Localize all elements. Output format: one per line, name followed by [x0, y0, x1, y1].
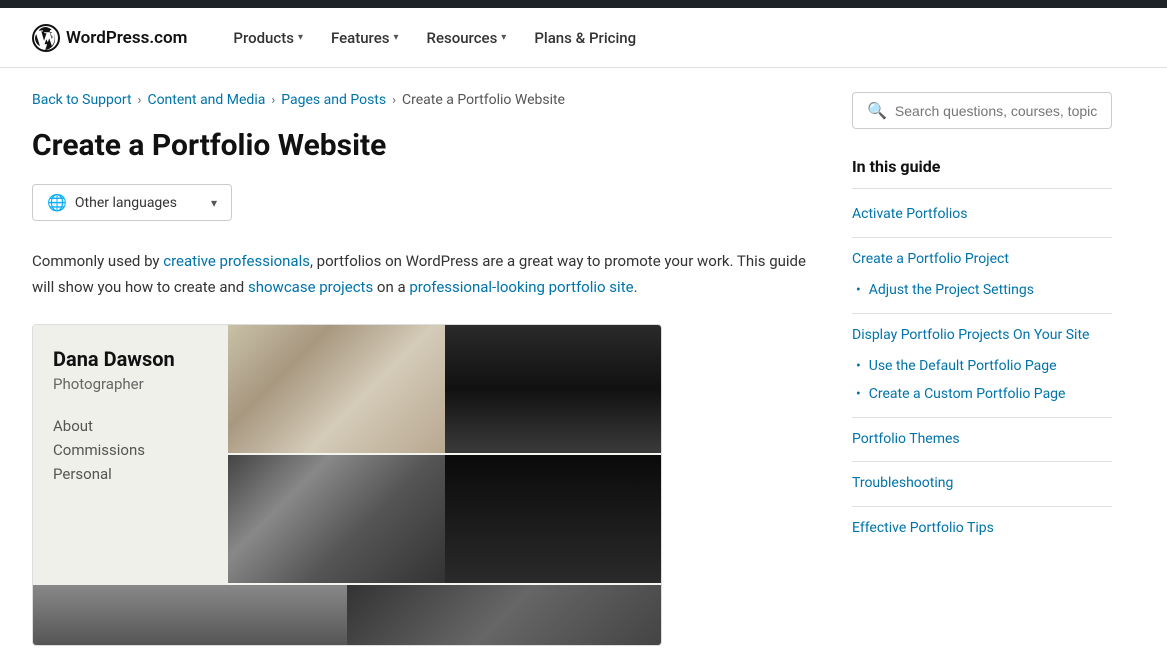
nav-products-label: Products	[233, 29, 294, 47]
guide-divider-4	[852, 461, 1112, 462]
portfolio-nav-personal: Personal	[53, 465, 208, 483]
logo-link[interactable]: WordPress.com	[32, 24, 187, 52]
breadcrumb-sep-3: ›	[392, 93, 396, 108]
nav-features-label: Features	[331, 29, 389, 47]
breadcrumb-back-support[interactable]: Back to Support	[32, 92, 132, 108]
bullet-icon-3: •	[856, 386, 861, 402]
language-dropdown[interactable]: 🌐 Other languages ▾	[32, 184, 232, 221]
bullet-icon-1: •	[856, 282, 861, 298]
intro-text: Commonly used by creative professionals,…	[32, 249, 812, 300]
portfolio-images-grid	[228, 325, 661, 585]
guide-sub-default-page: • Use the Default Portfolio Page	[856, 357, 1112, 377]
guide-divider-3	[852, 417, 1112, 418]
guide-activate-portfolios[interactable]: Activate Portfolios	[852, 205, 1112, 225]
breadcrumb-content-media[interactable]: Content and Media	[147, 92, 265, 108]
portfolio-inner: Dana Dawson Photographer About Commissio…	[33, 325, 661, 585]
portfolio-image-dunes	[228, 325, 445, 453]
nav-pricing-label: Plans & Pricing	[534, 29, 636, 47]
nav-pricing[interactable]: Plans & Pricing	[520, 8, 650, 68]
guide-display-projects[interactable]: Display Portfolio Projects On Your Site	[852, 326, 1112, 346]
search-icon: 🔍	[867, 101, 887, 120]
guide-sub-adjust-settings: • Adjust the Project Settings	[856, 281, 1112, 301]
portfolio-person-name: Dana Dawson	[53, 347, 208, 371]
language-label: Other languages	[75, 195, 203, 211]
guide-portfolio-themes[interactable]: Portfolio Themes	[852, 430, 1112, 450]
nav-features[interactable]: Features ▾	[317, 8, 413, 68]
breadcrumb-sep-1: ›	[138, 93, 142, 108]
portfolio-strip-image-2	[347, 585, 661, 645]
breadcrumb: Back to Support › Content and Media › Pa…	[32, 92, 812, 108]
products-chevron-icon: ▾	[298, 32, 303, 43]
nav-resources[interactable]: Resources ▾	[413, 8, 521, 68]
features-chevron-icon: ▾	[393, 32, 398, 43]
portfolio-nav-about: About	[53, 417, 208, 435]
guide-divider-2	[852, 313, 1112, 314]
portfolio-person-role: Photographer	[53, 375, 208, 393]
breadcrumb-current: Create a Portfolio Website	[402, 92, 565, 108]
guide-sub-custom-page: • Create a Custom Portfolio Page	[856, 385, 1112, 405]
guide-sub-link-adjust-settings[interactable]: Adjust the Project Settings	[869, 281, 1034, 301]
portfolio-image-stairs	[228, 455, 445, 583]
portfolio-sidebar: Dana Dawson Photographer About Commissio…	[33, 325, 228, 585]
search-box[interactable]: 🔍	[852, 92, 1112, 129]
portfolio-image-silhouette	[445, 325, 662, 453]
search-input[interactable]	[895, 103, 1097, 119]
nav-products[interactable]: Products ▾	[219, 8, 317, 68]
portfolio-preview: Dana Dawson Photographer About Commissio…	[32, 324, 662, 646]
guide-sub-link-custom-page[interactable]: Create a Custom Portfolio Page	[869, 385, 1066, 405]
logo-text: WordPress.com	[66, 28, 187, 48]
guide-divider-5	[852, 506, 1112, 507]
wordpress-logo-icon	[32, 24, 60, 52]
creative-professionals-link[interactable]: creative professionals	[163, 252, 310, 270]
nav-resources-label: Resources	[427, 29, 498, 47]
bullet-icon-2: •	[856, 358, 861, 374]
portfolio-site-link[interactable]: professional-looking portfolio site	[409, 278, 633, 296]
breadcrumb-sep-2: ›	[271, 93, 275, 108]
portfolio-nav-commissions: Commissions	[53, 441, 208, 459]
globe-icon: 🌐	[47, 193, 67, 212]
breadcrumb-pages-posts[interactable]: Pages and Posts	[281, 92, 386, 108]
guide-troubleshooting[interactable]: Troubleshooting	[852, 474, 1112, 494]
search-container: 🔍	[852, 92, 1112, 129]
content-area: Back to Support › Content and Media › Pa…	[32, 92, 852, 646]
portfolio-bottom-strip	[33, 585, 661, 645]
resources-chevron-icon: ▾	[501, 32, 506, 43]
guide-create-project[interactable]: Create a Portfolio Project	[852, 250, 1112, 270]
navbar: WordPress.com Products ▾ Features ▾ Reso…	[0, 8, 1167, 68]
portfolio-strip-image-1	[33, 585, 347, 645]
sidebar: 🔍 In this guide Activate Portfolios Crea…	[852, 92, 1112, 646]
guide-sub-link-default-page[interactable]: Use the Default Portfolio Page	[869, 357, 1057, 377]
page-title: Create a Portfolio Website	[32, 128, 812, 164]
guide-effective-tips[interactable]: Effective Portfolio Tips	[852, 519, 1112, 539]
main-container: Back to Support › Content and Media › Pa…	[0, 68, 1167, 670]
portfolio-image-lights	[445, 455, 662, 583]
showcase-projects-link[interactable]: showcase projects	[248, 278, 373, 296]
language-chevron-icon: ▾	[211, 196, 217, 210]
guide-divider-1	[852, 237, 1112, 238]
guide-section: In this guide Activate Portfolios Create…	[852, 157, 1112, 538]
guide-title: In this guide	[852, 157, 1112, 189]
